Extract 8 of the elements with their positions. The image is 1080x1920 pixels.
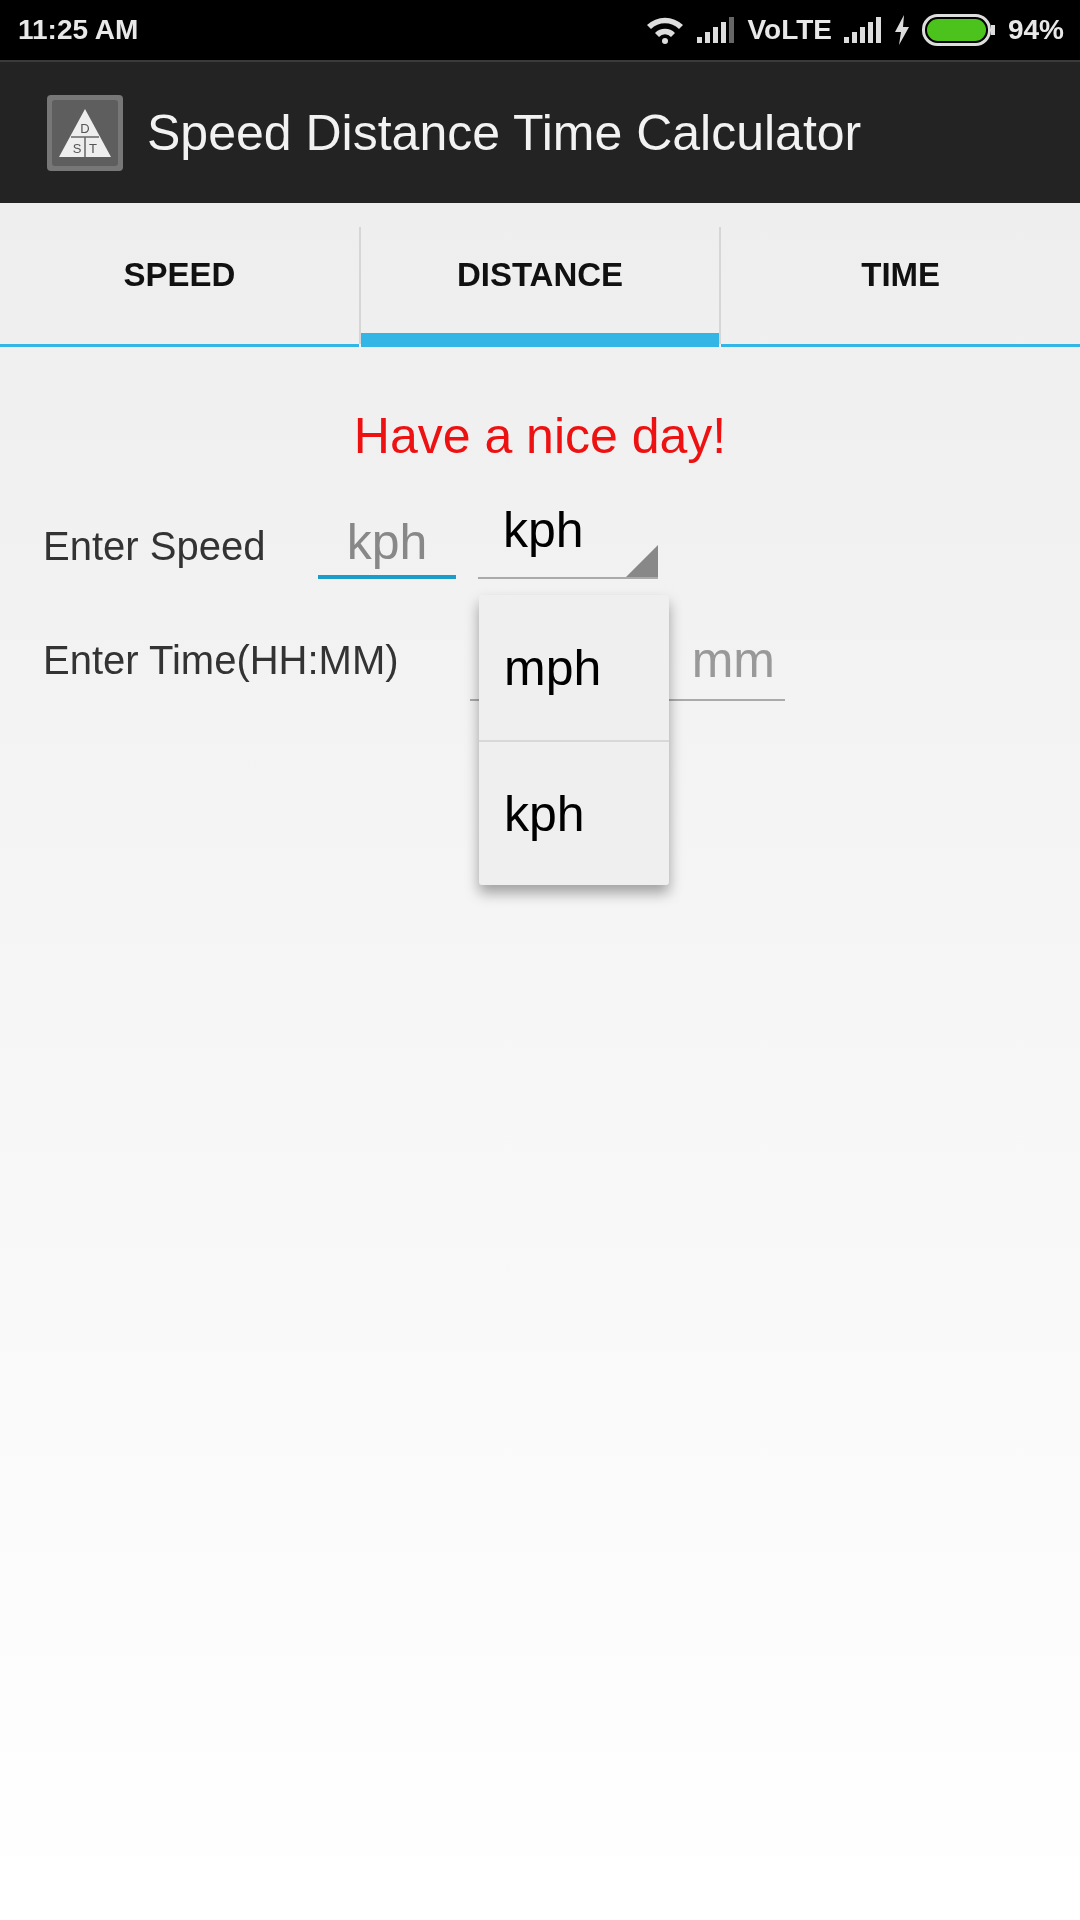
status-time: 11:25 AM (18, 14, 139, 46)
greeting-message: Have a nice day! (353, 408, 727, 464)
field-label: Enter Time(HH:MM) (43, 638, 400, 684)
battery-percent: 94% (1007, 14, 1064, 46)
network-type: VoLTE (747, 14, 832, 46)
field-label: Enter Speed (43, 524, 267, 570)
app-icon: D S T (47, 94, 123, 171)
app-title: Speed Distance Time Calculator (147, 103, 862, 162)
